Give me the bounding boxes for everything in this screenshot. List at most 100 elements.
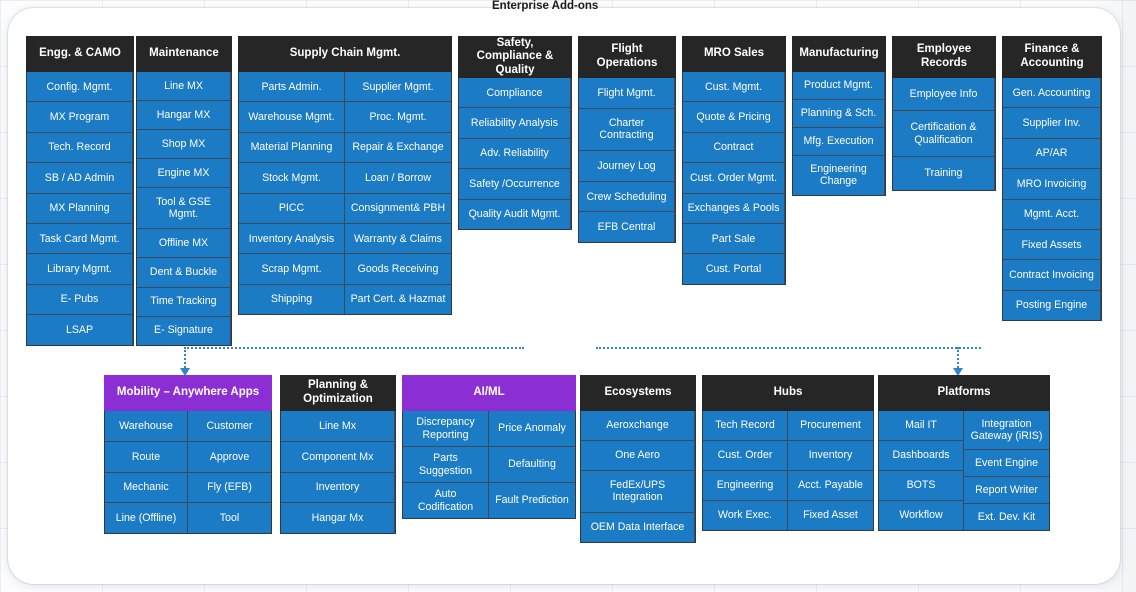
- module-tile[interactable]: Tool & GSE Mgmt.: [137, 188, 231, 230]
- module-tile[interactable]: Workflow: [879, 501, 964, 530]
- module-tile[interactable]: FedEx/UPS Integration: [581, 470, 695, 514]
- module-tile[interactable]: Approve: [188, 441, 271, 473]
- module-tile[interactable]: Tool: [188, 503, 271, 534]
- module-tile[interactable]: Crew Scheduling: [579, 181, 675, 213]
- module-tile[interactable]: Component Mx: [281, 441, 395, 473]
- module-tile[interactable]: Line (Offline): [105, 503, 188, 534]
- module-tile[interactable]: Quote & Pricing: [683, 102, 785, 133]
- module-tile[interactable]: Training: [893, 157, 995, 190]
- module-tile[interactable]: Exchanges & Pools: [683, 193, 785, 225]
- module-tile[interactable]: Cust. Portal: [683, 254, 785, 284]
- module-tile[interactable]: SB / AD Admin: [27, 163, 133, 194]
- module-tile[interactable]: One Aero: [581, 440, 695, 471]
- module-tile[interactable]: Auto Codification: [403, 483, 489, 518]
- module-tile[interactable]: EFB Central: [579, 212, 675, 243]
- module-tile[interactable]: Shop MX: [137, 130, 231, 160]
- module-tile[interactable]: Charter Contracting: [579, 108, 675, 152]
- module-tile[interactable]: Scrap Mgmt.: [239, 254, 345, 285]
- module-tile[interactable]: Ext. Dev. Kit: [964, 504, 1049, 531]
- module-tile[interactable]: Part Sale: [683, 224, 785, 255]
- module-tile[interactable]: Warehouse: [105, 411, 188, 442]
- module-tile[interactable]: Compliance: [459, 78, 571, 109]
- module-tile[interactable]: Customer: [188, 411, 271, 442]
- module-tile[interactable]: Route: [105, 441, 188, 473]
- module-tile[interactable]: Hangar MX: [137, 101, 231, 131]
- module-tile[interactable]: AP/AR: [1003, 138, 1101, 170]
- module-tile[interactable]: Work Exec.: [703, 501, 788, 530]
- module-tile[interactable]: Contract Invoicing: [1003, 260, 1101, 291]
- module-tile[interactable]: Library Mgmt.: [27, 254, 133, 285]
- module-tile[interactable]: Mgmt. Acct.: [1003, 199, 1101, 231]
- module-tile[interactable]: Fixed Assets: [1003, 230, 1101, 261]
- module-tile[interactable]: Posting Engine: [1003, 290, 1101, 321]
- module-tile[interactable]: Tech. Record: [27, 132, 133, 164]
- module-tile[interactable]: Parts Suggestion: [403, 447, 489, 483]
- module-tile[interactable]: Repair & Exchange: [345, 132, 451, 164]
- module-tile[interactable]: MX Planning: [27, 193, 133, 225]
- module-tile[interactable]: PICC: [239, 193, 345, 225]
- module-tile[interactable]: Goods Receiving: [345, 254, 451, 285]
- module-tile[interactable]: Line Mx: [281, 411, 395, 442]
- module-tile[interactable]: Inventory: [281, 472, 395, 504]
- module-tile[interactable]: Procurement: [788, 411, 873, 441]
- module-tile[interactable]: Tech Record: [703, 411, 788, 441]
- module-tile[interactable]: Cust. Mgmt.: [683, 72, 785, 103]
- module-tile[interactable]: Dent & Buckle: [137, 258, 231, 288]
- module-tile[interactable]: Inventory Analysis: [239, 224, 345, 255]
- module-tile[interactable]: Integration Gateway (iRIS): [964, 411, 1049, 451]
- module-tile[interactable]: Loan / Borrow: [345, 163, 451, 194]
- module-tile[interactable]: Fly (EFB): [188, 472, 271, 504]
- module-tile[interactable]: Reliability Analysis: [459, 108, 571, 139]
- module-tile[interactable]: Acct. Payable: [788, 471, 873, 501]
- module-tile[interactable]: Inventory: [788, 441, 873, 471]
- module-tile[interactable]: Cust. Order Mgmt.: [683, 163, 785, 194]
- module-tile[interactable]: Task Card Mgmt.: [27, 224, 133, 255]
- module-tile[interactable]: Warehouse Mgmt.: [239, 102, 345, 133]
- module-tile[interactable]: Supplier Inv.: [1003, 108, 1101, 139]
- module-tile[interactable]: Adv. Reliability: [459, 138, 571, 170]
- module-tile[interactable]: Planning & Sch.: [793, 99, 885, 128]
- module-tile[interactable]: Fixed Asset: [788, 501, 873, 530]
- module-tile[interactable]: Safety /Occurrence: [459, 169, 571, 200]
- module-tile[interactable]: Mfg. Execution: [793, 127, 885, 156]
- module-tile[interactable]: Supplier Mgmt.: [345, 72, 451, 103]
- module-tile[interactable]: Mechanic: [105, 472, 188, 504]
- module-tile[interactable]: Defaulting: [489, 447, 575, 483]
- module-tile[interactable]: Mail IT: [879, 411, 964, 441]
- module-tile[interactable]: Engineering: [703, 471, 788, 501]
- module-tile[interactable]: Gen. Accounting: [1003, 78, 1101, 109]
- module-tile[interactable]: Report Writer: [964, 477, 1049, 505]
- module-tile[interactable]: Contract: [683, 132, 785, 164]
- module-tile[interactable]: Config. Mgmt.: [27, 72, 133, 103]
- module-tile[interactable]: Price Anomaly: [489, 411, 575, 447]
- module-tile[interactable]: Product Mgmt.: [793, 72, 885, 100]
- module-tile[interactable]: Shipping: [239, 284, 345, 315]
- module-tile[interactable]: Line MX: [137, 72, 231, 102]
- module-tile[interactable]: Cust. Order: [703, 441, 788, 471]
- module-tile[interactable]: Parts Admin.: [239, 72, 345, 103]
- module-tile[interactable]: Material Planning: [239, 132, 345, 164]
- module-tile[interactable]: Part Cert. & Hazmat: [345, 284, 451, 315]
- module-tile[interactable]: Engine MX: [137, 159, 231, 189]
- module-tile[interactable]: Consignment& PBH: [345, 193, 451, 225]
- module-tile[interactable]: BOTS: [879, 471, 964, 501]
- module-tile[interactable]: Time Tracking: [137, 287, 231, 317]
- module-tile[interactable]: E- Pubs: [27, 284, 133, 316]
- module-tile[interactable]: Dashboards: [879, 441, 964, 471]
- module-tile[interactable]: Journey Log: [579, 151, 675, 182]
- module-tile[interactable]: Certification & Qualification: [893, 111, 995, 158]
- module-tile[interactable]: Hangar Mx: [281, 503, 395, 534]
- module-tile[interactable]: Employee Info: [893, 78, 995, 112]
- module-tile[interactable]: Flight Mgmt.: [579, 78, 675, 109]
- module-tile[interactable]: Quality Audit Mgmt.: [459, 199, 571, 230]
- module-tile[interactable]: Offline MX: [137, 229, 231, 259]
- module-tile[interactable]: MRO Invoicing: [1003, 169, 1101, 200]
- module-tile[interactable]: MX Program: [27, 102, 133, 133]
- module-tile[interactable]: Aeroxchange: [581, 411, 695, 441]
- module-tile[interactable]: Stock Mgmt.: [239, 163, 345, 194]
- module-tile[interactable]: Discrepancy Reporting: [403, 411, 489, 447]
- module-tile[interactable]: Warranty & Claims: [345, 224, 451, 255]
- module-tile[interactable]: Fault Prediction: [489, 483, 575, 518]
- module-tile[interactable]: Event Engine: [964, 450, 1049, 478]
- module-tile[interactable]: Proc. Mgmt.: [345, 102, 451, 133]
